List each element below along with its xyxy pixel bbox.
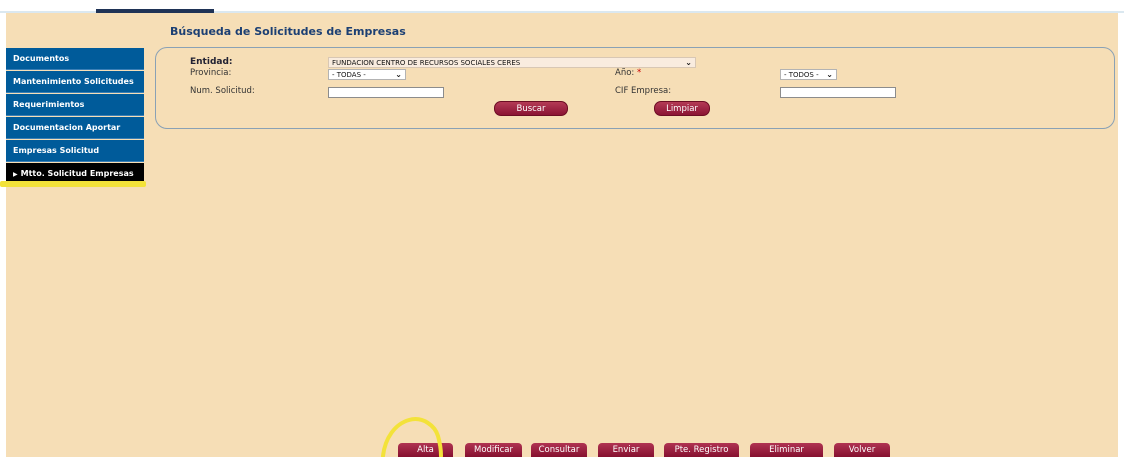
sidebar-item-mantenimiento-solicitudes[interactable]: Mantenimiento Solicitudes <box>6 71 144 93</box>
volver-button[interactable]: Volver <box>834 443 890 457</box>
anio-label-text: Año: <box>615 68 635 78</box>
sidebar-menu: Documentos Mantenimiento Solicitudes Req… <box>6 48 144 186</box>
sidebar-item-requerimientos[interactable]: Requerimientos <box>6 94 144 116</box>
pte-registro-button[interactable]: Pte. Registro <box>664 443 739 457</box>
sidebar-item-documentacion-aportar[interactable]: Documentacion Aportar <box>6 117 144 139</box>
chevron-down-icon: ⌄ <box>685 58 692 67</box>
buscar-button[interactable]: Buscar <box>494 101 568 116</box>
limpiar-button[interactable]: Limpiar <box>654 101 710 116</box>
entidad-label: Entidad: <box>190 57 233 67</box>
highlight-circle-mark <box>381 417 443 457</box>
sidebar-item-label: Documentacion Aportar <box>13 123 121 132</box>
consultar-button[interactable]: Consultar <box>531 443 587 457</box>
provincia-select[interactable]: - TODAS - ⌄ <box>328 69 406 80</box>
modificar-button[interactable]: Modificar <box>465 443 522 457</box>
entidad-select-value: FUNDACION CENTRO DE RECURSOS SOCIALES CE… <box>332 59 521 67</box>
provincia-label: Provincia: <box>190 68 232 78</box>
sidebar-item-label: Empresas Solicitud <box>13 146 100 155</box>
required-marker: * <box>636 68 642 78</box>
num-solicitud-input[interactable] <box>328 87 444 98</box>
chevron-down-icon: ⌄ <box>395 70 402 79</box>
chevron-down-icon: ⌄ <box>826 70 833 79</box>
page-title: Búsqueda de Solicitudes de Empresas <box>170 25 406 38</box>
sidebar-item-label: Requerimientos <box>13 100 85 109</box>
sidebar-item-label: Mtto. Solicitud Empresas <box>20 169 134 178</box>
anio-select[interactable]: - TODOS - ⌄ <box>780 69 837 80</box>
num-solicitud-label: Num. Solicitud: <box>190 86 255 96</box>
anio-select-value: - TODOS - <box>784 71 819 79</box>
enviar-button[interactable]: Enviar <box>598 443 654 457</box>
sidebar-item-documentos[interactable]: Documentos <box>6 48 144 70</box>
entidad-select[interactable]: FUNDACION CENTRO DE RECURSOS SOCIALES CE… <box>328 57 696 68</box>
cif-empresa-input[interactable] <box>780 87 896 98</box>
cif-empresa-label: CIF Empresa: <box>615 86 672 96</box>
provincia-select-value: - TODAS - <box>332 71 366 79</box>
sidebar-item-label: Mantenimiento Solicitudes <box>13 77 134 86</box>
anio-label: Año: * <box>615 68 641 78</box>
sidebar-item-empresas-solicitud[interactable]: Empresas Solicitud <box>6 140 144 162</box>
highlight-underline-mark <box>0 181 146 187</box>
eliminar-button[interactable]: Eliminar <box>750 443 823 457</box>
sidebar-item-label: Documentos <box>13 54 70 63</box>
caret-right-icon: ▶ <box>13 171 18 178</box>
